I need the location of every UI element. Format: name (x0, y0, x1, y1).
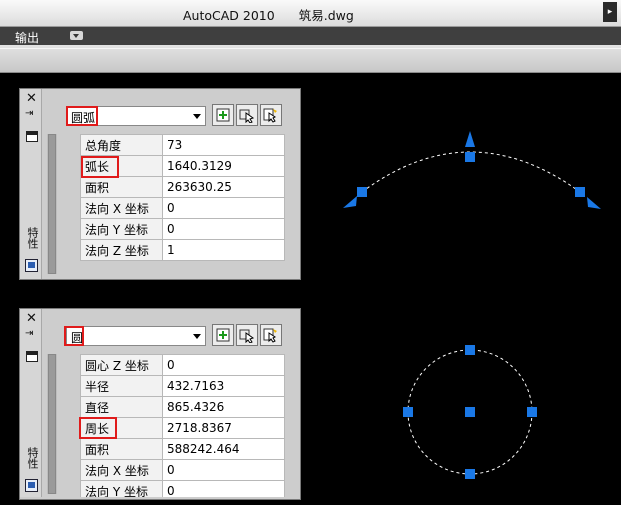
pickadd-icon (216, 328, 230, 342)
property-value[interactable]: 73 (162, 134, 285, 156)
chevron-down-icon (193, 114, 201, 119)
property-value[interactable]: 865.4326 (162, 396, 285, 418)
select-objects-button[interactable] (236, 104, 258, 126)
drawing-canvas[interactable] (300, 72, 621, 505)
property-value[interactable]: 1 (162, 239, 285, 261)
table-row[interactable]: 圆心 Z 坐标 0 (80, 354, 285, 376)
property-key: 面积 (80, 438, 163, 460)
quick-select-button[interactable] (260, 324, 282, 346)
property-grid: 总角度 73 弧长 1640.3129 面积 263630.25 法向 X 坐标 0 法… (80, 134, 285, 261)
quick-select-icon (263, 328, 277, 343)
property-key: 法向 X 坐标 (80, 197, 163, 219)
palette-strip: ✕ ⇥ 特性 (20, 309, 42, 497)
palette-settings-icon[interactable] (25, 259, 38, 272)
toggle-pickadd-button[interactable] (212, 324, 234, 346)
autohide-icon[interactable]: ⇥ (25, 109, 37, 119)
quick-select-button[interactable] (260, 104, 282, 126)
select-objects-icon (239, 109, 255, 123)
close-icon[interactable]: ✕ (26, 92, 37, 105)
palette-title: 特性 (26, 227, 39, 249)
table-row[interactable]: 面积 588242.464 (80, 438, 285, 460)
chevron-down-icon (193, 334, 201, 339)
property-value[interactable]: 1640.3129 (162, 155, 285, 177)
property-key: 半径 (80, 375, 163, 397)
property-key: 法向 Y 坐标 (80, 218, 163, 240)
property-key: 总角度 (80, 134, 163, 156)
property-value[interactable]: 432.7163 (162, 375, 285, 397)
table-row[interactable]: 法向 Z 坐标 1 (80, 239, 285, 261)
ribbon-panel (0, 45, 621, 73)
property-key: 圆心 Z 坐标 (80, 354, 163, 376)
highlight-box (66, 106, 98, 126)
palette-settings-icon[interactable] (25, 479, 38, 492)
select-objects-button[interactable] (236, 324, 258, 346)
property-key: 直径 (80, 396, 163, 418)
grip-square[interactable] (465, 152, 475, 162)
close-icon[interactable]: ✕ (26, 312, 37, 325)
table-row[interactable]: 总角度 73 (80, 134, 285, 156)
properties-menu-icon[interactable] (26, 131, 38, 142)
grip-square[interactable] (527, 407, 537, 417)
property-value[interactable]: 2718.8367 (162, 417, 285, 439)
file-name: 筑易.dwg (298, 8, 354, 23)
select-objects-icon (239, 329, 255, 343)
properties-palette-arc: ✕ ⇥ 特性 圆弧 总角度 73 弧长 1640.3129 面积 263630.25 … (19, 88, 301, 280)
grip-square[interactable] (465, 469, 475, 479)
grip-arrow[interactable] (465, 131, 475, 147)
highlight-box (79, 417, 117, 439)
palette-scrollbar[interactable] (47, 134, 57, 274)
toggle-pickadd-button[interactable] (212, 104, 234, 126)
quick-select-icon (263, 108, 277, 123)
app-name: AutoCAD 2010 (183, 8, 275, 23)
property-key: 面积 (80, 176, 163, 198)
table-row[interactable]: 法向 X 坐标 0 (80, 197, 285, 219)
property-value[interactable]: 0 (162, 459, 285, 481)
property-value[interactable]: 263630.25 (162, 176, 285, 198)
chevron-down-icon[interactable] (70, 31, 83, 40)
menu-bar: 输出 (0, 27, 621, 45)
highlight-box (81, 156, 119, 178)
table-row[interactable]: 半径 432.7163 (80, 375, 285, 397)
object-type-select[interactable]: 圆 (66, 326, 206, 346)
property-value[interactable]: 0 (162, 354, 285, 376)
title-scroll-button[interactable]: ▸ (603, 2, 617, 22)
title-bar: AutoCAD 2010 筑易.dwg ▸ (0, 0, 621, 27)
grip-square[interactable] (575, 187, 585, 197)
property-value[interactable]: 0 (162, 480, 285, 497)
autohide-icon[interactable]: ⇥ (25, 329, 37, 339)
table-row[interactable]: 直径 865.4326 (80, 396, 285, 418)
palette-scrollbar[interactable] (47, 354, 57, 494)
table-row[interactable]: 面积 263630.25 (80, 176, 285, 198)
table-row[interactable]: 法向 X 坐标 0 (80, 459, 285, 481)
property-value[interactable]: 588242.464 (162, 438, 285, 460)
palette-title: 特性 (26, 447, 39, 469)
property-value[interactable]: 0 (162, 197, 285, 219)
properties-menu-icon[interactable] (26, 351, 38, 362)
grip-square[interactable] (403, 407, 413, 417)
palette-strip: ✕ ⇥ 特性 (20, 89, 42, 279)
grip-square[interactable] (465, 345, 475, 355)
menu-item-output[interactable]: 输出 (15, 29, 39, 46)
property-key: 法向 Y 坐标 (80, 480, 163, 497)
property-key: 法向 X 坐标 (80, 459, 163, 481)
table-row[interactable]: 法向 Y 坐标 0 (80, 218, 285, 240)
pickadd-icon (216, 108, 230, 122)
highlight-box (64, 326, 84, 346)
grip-arrow[interactable] (587, 197, 601, 209)
grip-square[interactable] (465, 407, 475, 417)
properties-palette-circle: ✕ ⇥ 特性 圆 圆心 Z 坐标 0 半径 432.7163 直径 865.4326 … (19, 308, 301, 500)
property-value[interactable]: 0 (162, 218, 285, 240)
property-key: 法向 Z 坐标 (80, 239, 163, 261)
grip-square[interactable] (357, 187, 367, 197)
window-title: AutoCAD 2010 筑易.dwg (183, 5, 354, 24)
grip-arrow[interactable] (343, 196, 357, 208)
table-row[interactable]: 法向 Y 坐标 0 (80, 480, 285, 497)
